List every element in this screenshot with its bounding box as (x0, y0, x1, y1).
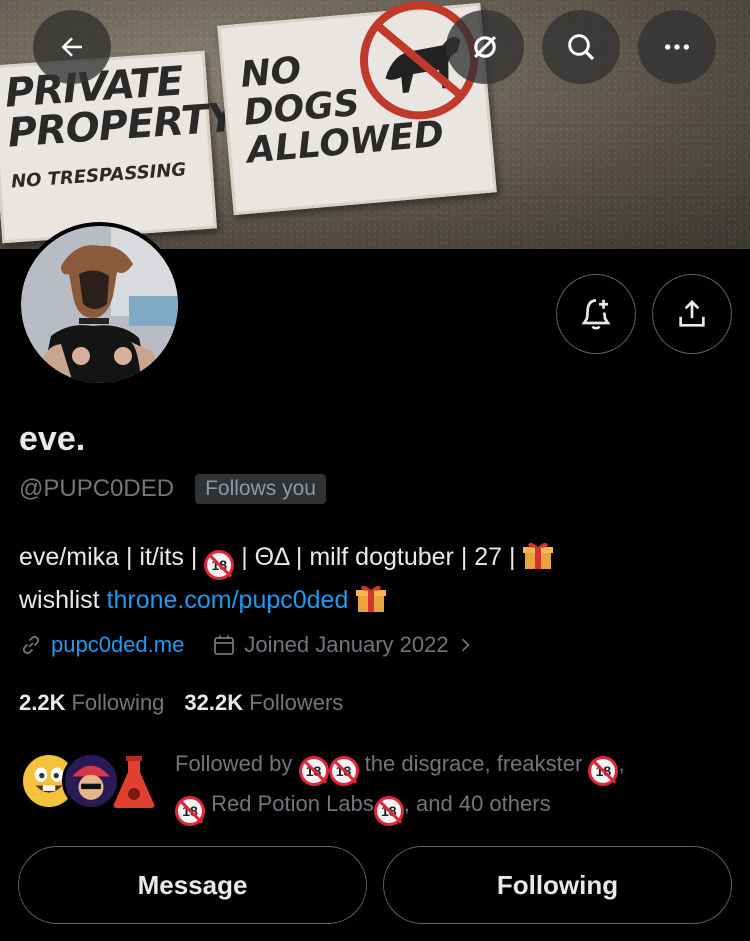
followed-by-text[interactable]: Followed by 18 18 the disgrace, freakster… (175, 746, 695, 826)
avatar-image (21, 226, 178, 383)
more-icon (665, 44, 689, 50)
profile-banner[interactable]: PRIVATE PROPERTY NO TRESPASSING NO DOGS … (0, 0, 750, 249)
bio: eve/mika | it/its | 18 | ΘΔ | milf dogtu… (19, 537, 734, 620)
website-link[interactable]: pupc0ded.me (51, 632, 184, 658)
share-icon (679, 300, 705, 327)
followers-label: Followers (249, 690, 344, 715)
follows-you-badge: Follows you (195, 474, 326, 504)
handle-row: @PUPC0DED Follows you (19, 474, 326, 504)
followed-by-avatars[interactable] (20, 752, 160, 814)
display-name: eve. (19, 420, 86, 458)
profile-meta: pupc0ded.me Joined January 2022 (19, 632, 475, 658)
sign-text: NO TRESPASSING (10, 159, 187, 193)
follow-counts: 2.2K Following 32.2K Followers (19, 690, 343, 716)
following-button[interactable]: Following (383, 846, 732, 924)
arrow-left-icon (61, 37, 82, 57)
following-count: 2.2K (19, 690, 66, 715)
gift-icon (523, 542, 554, 569)
link-icon (22, 635, 40, 655)
bio-text: eve/mika | it/its | (19, 543, 198, 571)
following-label: Following (71, 690, 165, 715)
share-button[interactable] (652, 274, 732, 354)
private-property-sign: PRIVATE PROPERTY NO TRESPASSING (0, 50, 237, 244)
followed-by-label: Followed by (175, 751, 293, 776)
followed-by-names: Red Potion Labs (211, 791, 374, 816)
search-button[interactable] (542, 10, 620, 84)
avatar[interactable] (17, 222, 182, 387)
followed-by-names: the disgrace, freakster (364, 751, 583, 776)
grok-icon (473, 35, 497, 59)
no-under-18-icon: 18 (175, 796, 205, 826)
user-handle: @PUPC0DED (19, 475, 175, 502)
followers-count: 32.2K (184, 690, 244, 715)
no-under-18-icon: 18 (328, 756, 359, 786)
chevron-right-icon[interactable] (455, 635, 475, 655)
bio-text: | ΘΔ | milf dogtuber | 27 | (241, 543, 516, 571)
bio-link[interactable]: throne.com/pupc0ded (107, 586, 349, 614)
followed-by-others: , and 40 others (403, 791, 551, 816)
potion-flask-icon (113, 756, 155, 808)
bell-plus-icon (581, 299, 611, 330)
joined-date[interactable]: Joined January 2022 (244, 632, 448, 658)
back-button[interactable] (33, 10, 111, 84)
grok-button[interactable] (446, 10, 524, 84)
following-count-link[interactable]: 2.2K Following (19, 690, 164, 716)
message-button[interactable]: Message (18, 846, 367, 924)
no-under-18-icon: 18 (204, 550, 235, 580)
gift-icon (356, 585, 387, 612)
search-icon (568, 34, 595, 61)
calendar-icon (214, 635, 235, 655)
more-button[interactable] (638, 10, 716, 84)
no-under-18-icon: 18 (373, 796, 404, 826)
no-under-18-icon: 18 (298, 756, 329, 786)
no-under-18-icon: 18 (588, 756, 619, 786)
bio-text: wishlist (19, 586, 100, 614)
sign-text: PROPERTY (6, 94, 237, 157)
followers-count-link[interactable]: 32.2K Followers (184, 690, 343, 716)
notify-button[interactable] (556, 274, 636, 354)
